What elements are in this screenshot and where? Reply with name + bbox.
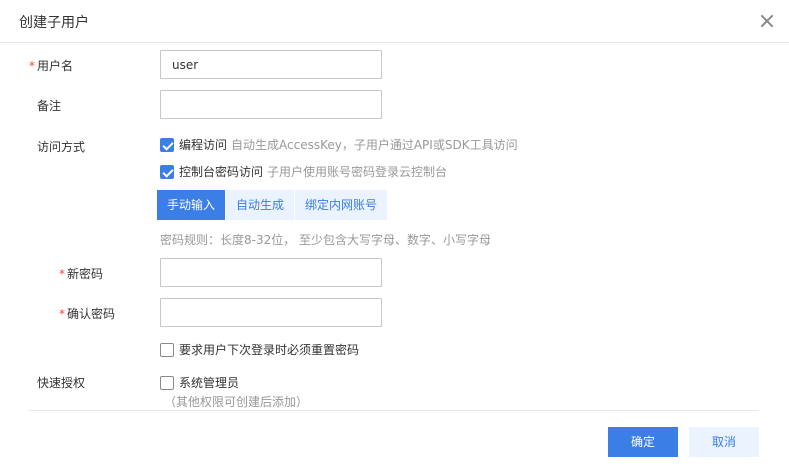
required-mark: * [59, 267, 65, 281]
confirm-password-input[interactable] [160, 298, 382, 327]
programmatic-access-option[interactable]: 编程访问 自动生成AccessKey，子用户通过API或SDK工具访问 [160, 136, 518, 153]
confirm-button[interactable]: 确定 [608, 427, 678, 457]
programmatic-access-label: 编程访问 [179, 138, 228, 152]
username-label: * 用户名 [29, 59, 74, 73]
tab-auto-generate[interactable]: 自动生成 [226, 190, 295, 220]
console-access-option[interactable]: 控制台密码访问 子用户使用账号密码登录云控制台 [160, 163, 447, 180]
system-admin-option[interactable]: 系统管理员 [160, 374, 243, 391]
required-mark: * [59, 307, 65, 321]
tab-bind-intranet-account[interactable]: 绑定内网账号 [295, 190, 388, 220]
access-method-label: 访问方式 [37, 140, 86, 154]
new-password-input[interactable] [160, 258, 382, 287]
dialog-header: 创建子用户 [0, 0, 789, 43]
cancel-button[interactable]: 取消 [689, 427, 759, 457]
password-rule-hint: 密码规则：长度8-32位， 至少包含大写字母、数字、小写字母 [160, 233, 492, 247]
tab-manual-input[interactable]: 手动输入 [157, 190, 226, 220]
new-password-label: * 新密码 [59, 267, 104, 281]
create-subuser-dialog: 创建子用户 *用户名 备注 访问方式 编程访问 自动生成AccessKey，子用… [0, 0, 789, 470]
console-access-checkbox[interactable] [160, 164, 174, 179]
username-input[interactable] [160, 50, 382, 79]
console-access-desc: 子用户使用账号密码登录云控制台 [267, 165, 448, 179]
password-mode-tabs: 手动输入 自动生成 绑定内网账号 [157, 190, 388, 220]
console-access-label: 控制台密码访问 [179, 165, 264, 179]
quick-auth-label: 快速授权 [37, 376, 86, 390]
system-admin-checkbox[interactable] [160, 375, 174, 390]
dialog-title: 创建子用户 [19, 15, 89, 31]
system-admin-label: 系统管理员 [179, 376, 240, 390]
confirm-password-label: * 确认密码 [59, 307, 116, 321]
reset-password-option[interactable]: 要求用户下次登录时必须重置密码 [160, 341, 363, 358]
reset-password-checkbox[interactable] [160, 342, 174, 357]
footer-divider [29, 410, 759, 411]
close-icon[interactable] [757, 11, 777, 31]
remark-input[interactable] [160, 90, 382, 119]
required-mark: * [29, 59, 35, 73]
quick-auth-note: （其他权限可创建后添加） [164, 395, 309, 409]
reset-password-label: 要求用户下次登录时必须重置密码 [179, 343, 360, 357]
programmatic-access-checkbox[interactable] [160, 137, 174, 152]
programmatic-access-desc: 自动生成AccessKey，子用户通过API或SDK工具访问 [231, 138, 518, 152]
remark-label: 备注 [37, 99, 62, 113]
